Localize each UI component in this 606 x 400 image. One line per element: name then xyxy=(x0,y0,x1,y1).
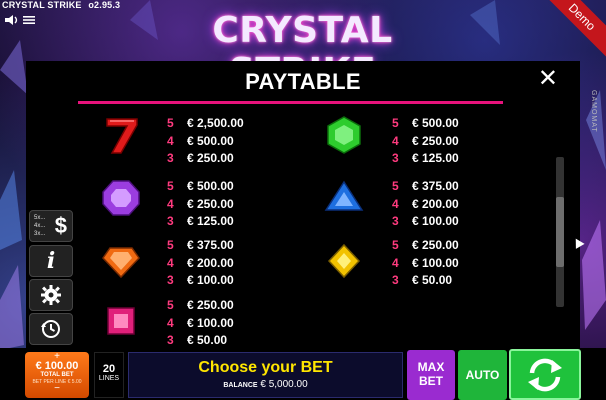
history-icon xyxy=(41,320,60,338)
max-bet-button[interactable]: MAX BET xyxy=(407,350,455,400)
top-icons xyxy=(4,14,36,26)
game-version: o2.95.3 xyxy=(88,0,121,10)
orange-gem-icon xyxy=(102,247,140,279)
multiplier-list: 5x... 4x... 3x... xyxy=(34,215,46,237)
blue-gem-payouts: 5 € 375.00 4 € 200.00 3 € 100.00 xyxy=(392,179,459,228)
menu-icon[interactable] xyxy=(22,14,36,26)
scrollbar-thumb[interactable] xyxy=(556,197,564,267)
spin-arrows-icon xyxy=(528,358,562,391)
purple-gem-payouts: 5 € 500.00 4 € 250.00 3 € 125.00 xyxy=(167,179,234,228)
title-divider xyxy=(78,101,503,104)
lines-label: LINES xyxy=(98,375,120,382)
decrease-bet-button[interactable]: − xyxy=(25,384,89,394)
max-bet-label-line2: BET xyxy=(419,374,443,388)
green-gem-icon xyxy=(327,116,361,154)
close-button[interactable]: ✕ xyxy=(538,67,558,91)
dollar-icon: $ xyxy=(54,213,67,238)
total-bet-value: € 100.00 xyxy=(35,360,79,372)
game-title: CRYSTAL STRIKE xyxy=(2,0,82,10)
spin-button[interactable] xyxy=(509,349,581,400)
paytable-panel: PAYTABLE ✕ 5 € 2,500.00 4 € 500.00 3 € 250.… xyxy=(26,61,580,348)
green-gem-payouts: 5 € 500.00 4 € 250.00 3 € 125.00 xyxy=(392,116,459,165)
pink-gem-payouts: 5 € 250.00 4 € 100.00 3 € 50.00 xyxy=(167,298,234,347)
yellow-gem-payouts: 5 € 250.00 4 € 100.00 3 € 50.00 xyxy=(392,238,459,287)
history-button[interactable] xyxy=(29,313,73,345)
purple-gem-icon xyxy=(102,180,140,216)
orange-gem-payouts: 5 € 375.00 4 € 200.00 3 € 100.00 xyxy=(167,238,234,287)
demo-badge: Demo xyxy=(546,0,606,60)
paytable-scrollbar[interactable] xyxy=(556,157,564,307)
choose-bet-message: Choose your BET xyxy=(198,359,333,376)
game-title-version: CRYSTAL STRIKE o2.95.3 xyxy=(2,0,120,10)
blue-gem-icon xyxy=(324,180,364,211)
paytable-button[interactable]: 5x... 4x... 3x... $ xyxy=(29,210,73,242)
autoplay-button[interactable]: AUTO xyxy=(458,350,507,400)
red-seven-payouts: 5 € 2,500.00 4 € 500.00 3 € 250.00 xyxy=(167,116,244,165)
balance-value: € 5,000.00 xyxy=(260,379,308,390)
balance-label: BALANCE xyxy=(223,382,258,389)
gear-icon xyxy=(41,285,61,305)
info-icon: i xyxy=(46,248,56,274)
max-bet-label-line1: MAX xyxy=(417,360,445,374)
total-bet-label: TOTAL BET xyxy=(40,372,74,378)
balance-display: BALANCE € 5,000.00 xyxy=(129,379,402,390)
message-panel: Choose your BET BALANCE € 5,000.00 xyxy=(128,352,403,398)
pink-gem-icon xyxy=(107,307,135,335)
settings-button[interactable] xyxy=(29,279,73,311)
info-button[interactable]: i xyxy=(29,245,73,277)
lines-value: 20 xyxy=(102,363,116,375)
paytable-title: PAYTABLE xyxy=(245,69,361,94)
total-bet-control[interactable]: + € 100.00 TOTAL BET BET PER LINE € 5.00… xyxy=(25,352,89,398)
yellow-gem-icon xyxy=(327,243,361,279)
sound-icon[interactable] xyxy=(4,14,20,26)
game-logo: CRYSTAL STRIKE xyxy=(212,10,393,92)
provider-side-label: GAMOMAT xyxy=(590,90,597,133)
red-seven-icon xyxy=(106,118,138,154)
demo-corner: Demo xyxy=(546,0,606,60)
lines-display: 20 LINES xyxy=(94,352,124,398)
